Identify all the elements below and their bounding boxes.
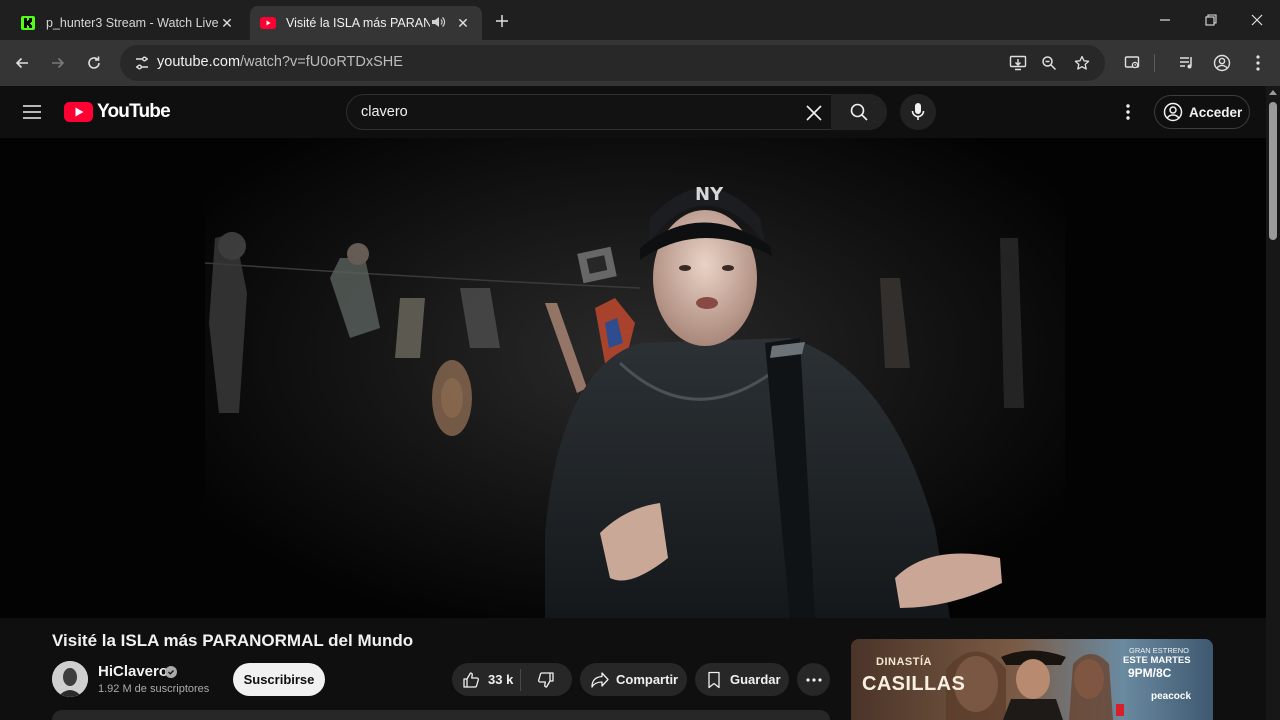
browser-tab-youtube[interactable]: Visité la ISLA más PARANORMAL ✕ xyxy=(250,6,482,40)
toolbar-divider xyxy=(1153,51,1155,75)
site-info-icon[interactable] xyxy=(128,49,156,77)
save-label: Guardar xyxy=(730,672,781,687)
youtube-icon xyxy=(260,15,276,31)
voice-search-button[interactable] xyxy=(900,94,936,130)
zoom-icon[interactable] xyxy=(1037,51,1061,75)
youtube-wordmark: YouTube xyxy=(97,101,171,122)
clear-search-icon[interactable] xyxy=(802,101,826,125)
subscriber-count: 1.92 M de suscriptores xyxy=(98,683,210,695)
url-host: youtube.com xyxy=(157,54,241,70)
ad-brand-line2: CASILLAS xyxy=(862,673,966,695)
sign-in-button[interactable]: Acceder xyxy=(1154,95,1250,129)
install-app-icon[interactable] xyxy=(1006,51,1030,75)
close-icon[interactable]: ✕ xyxy=(454,14,472,32)
search-button[interactable] xyxy=(831,94,887,130)
channel-name[interactable]: HiClavero xyxy=(98,663,168,680)
hamburger-menu-icon[interactable] xyxy=(18,98,46,126)
more-actions-button[interactable] xyxy=(797,663,830,696)
reload-icon[interactable] xyxy=(80,49,108,77)
page-scrollbar[interactable] xyxy=(1266,86,1280,720)
svg-text:NY: NY xyxy=(695,184,724,205)
thumbs-down-icon xyxy=(537,671,554,688)
ad-banner[interactable]: DINASTÍA CASILLAS GRAN ESTRENO ESTE MART… xyxy=(851,639,1213,720)
like-count: 33 k xyxy=(488,672,514,687)
url-text: youtube.com/watch?v=fU0oRTDxSHE xyxy=(157,54,403,70)
share-icon xyxy=(591,671,609,688)
subscribe-button[interactable]: Suscribirse xyxy=(233,663,325,696)
window-close-icon[interactable] xyxy=(1234,0,1280,40)
verified-icon xyxy=(165,666,177,678)
speaker-icon[interactable] xyxy=(430,14,448,32)
ad-text-line3: 9PM/8C xyxy=(1128,666,1172,680)
address-bar[interactable]: youtube.com/watch?v=fU0oRTDxSHE xyxy=(120,45,1105,81)
search-icon xyxy=(850,103,868,121)
scrollbar-thumb[interactable] xyxy=(1269,102,1277,240)
cast-icon[interactable] xyxy=(1121,51,1145,75)
ad-text-line1: GRAN ESTRENO xyxy=(1129,646,1190,655)
like-button[interactable]: 33 k xyxy=(452,663,520,696)
youtube-logo[interactable]: YouTube xyxy=(64,101,171,122)
account-icon xyxy=(1163,102,1183,122)
thumbs-up-icon xyxy=(463,671,480,688)
close-icon[interactable]: ✕ xyxy=(218,14,236,32)
ad-brand-line1: DINASTÍA xyxy=(876,656,932,668)
youtube-masthead: YouTube Acceder xyxy=(0,86,1266,138)
tab-title: Visité la ISLA más PARANORMAL xyxy=(286,16,430,30)
youtube-play-icon xyxy=(64,102,93,122)
search-box[interactable] xyxy=(346,94,887,130)
video-title: Visité la ISLA más PARANORMAL del Mundo xyxy=(52,631,414,650)
sign-in-label: Acceder xyxy=(1189,104,1243,120)
url-path: /watch?v=fU0oRTDxSHE xyxy=(240,54,403,70)
profile-icon[interactable] xyxy=(1210,51,1234,75)
browser-menu-icon[interactable] xyxy=(1246,51,1270,75)
minimize-icon[interactable] xyxy=(1142,0,1188,40)
video-frame: NY xyxy=(0,138,1266,618)
media-controls-icon[interactable] xyxy=(1174,51,1198,75)
forward-icon[interactable] xyxy=(44,49,72,77)
ad-text-line2: ESTE MARTES xyxy=(1123,655,1191,666)
more-horizontal-icon xyxy=(805,677,822,682)
search-input[interactable] xyxy=(361,102,781,122)
browser-tab-strip: p_hunter3 Stream - Watch Live ✕ Visité l… xyxy=(0,0,1280,40)
scroll-up-icon[interactable] xyxy=(1269,90,1277,95)
ad-network-logo: peacock xyxy=(1151,691,1192,702)
share-label: Compartir xyxy=(616,672,679,687)
settings-more-icon[interactable] xyxy=(1116,100,1140,124)
browser-toolbar: youtube.com/watch?v=fU0oRTDxSHE xyxy=(0,40,1280,86)
video-player[interactable]: NY xyxy=(0,138,1266,618)
microphone-icon xyxy=(911,103,925,120)
like-dislike-group: 33 k xyxy=(452,663,572,696)
description-box-edge[interactable] xyxy=(52,710,830,720)
tab-title: p_hunter3 Stream - Watch Live xyxy=(46,16,218,30)
new-tab-button[interactable] xyxy=(490,9,514,33)
browser-tab-kick[interactable]: p_hunter3 Stream - Watch Live ✕ xyxy=(10,6,246,40)
dislike-button[interactable] xyxy=(521,663,571,696)
back-icon[interactable] xyxy=(8,49,36,77)
channel-avatar[interactable] xyxy=(52,661,88,697)
kick-icon xyxy=(20,15,36,31)
restore-icon[interactable] xyxy=(1188,0,1234,40)
bookmark-star-icon[interactable] xyxy=(1070,51,1094,75)
bookmark-icon xyxy=(708,671,720,688)
share-button[interactable]: Compartir xyxy=(580,663,687,696)
save-button[interactable]: Guardar xyxy=(695,663,789,696)
